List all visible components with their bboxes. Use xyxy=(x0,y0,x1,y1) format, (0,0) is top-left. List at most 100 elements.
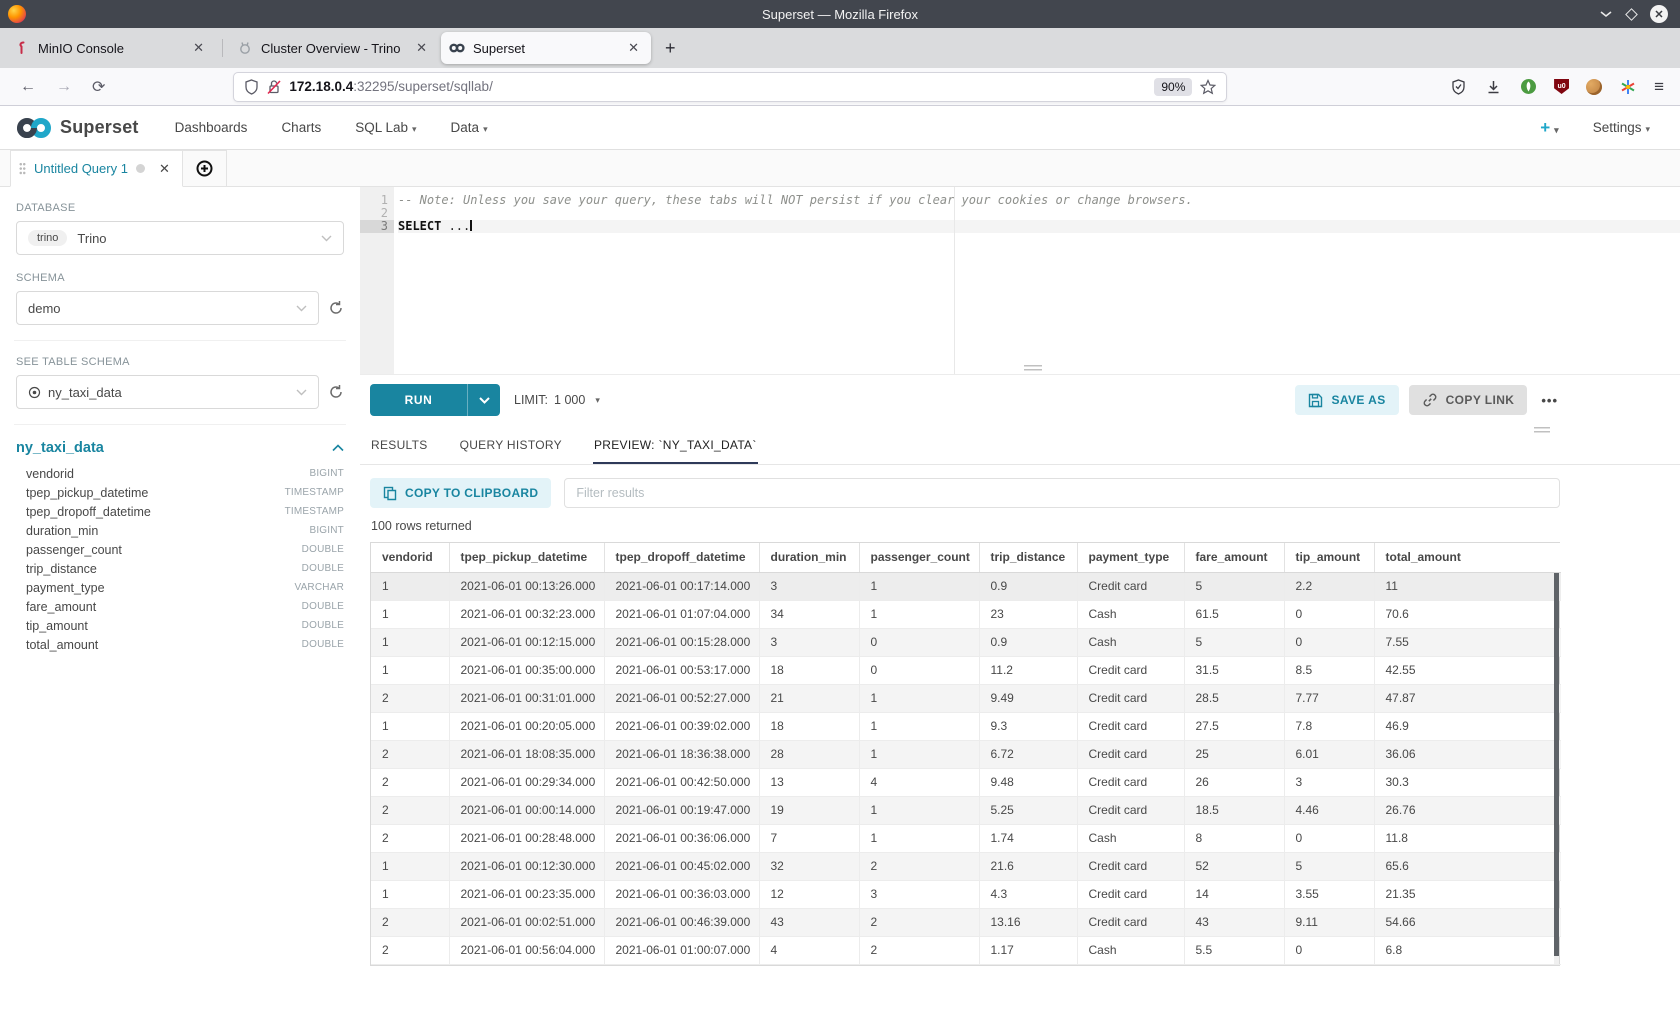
schema-select[interactable]: demo xyxy=(16,291,319,325)
table-row[interactable]: 12021-06-01 00:20:05.0002021-06-01 00:39… xyxy=(371,712,1561,740)
column-header[interactable]: tip_amount xyxy=(1284,543,1374,572)
download-icon[interactable] xyxy=(1484,78,1502,96)
editor-code[interactable]: -- Note: Unless you save your query, the… xyxy=(394,187,1680,374)
maximize-icon[interactable] xyxy=(1625,8,1638,21)
column-header[interactable]: payment_type xyxy=(1077,543,1184,572)
column-name: total_amount xyxy=(26,638,98,652)
table-name-heading[interactable]: ny_taxi_data xyxy=(16,440,104,456)
tracking-shield-icon[interactable] xyxy=(244,79,259,95)
copy-link-button[interactable]: COPY LINK xyxy=(1409,385,1528,415)
table-cell: 0 xyxy=(1284,600,1374,628)
column-item[interactable]: payment_typeVARCHAR xyxy=(16,578,344,597)
zoom-level-badge[interactable]: 90% xyxy=(1154,78,1192,96)
table-row[interactable]: 22021-06-01 00:28:48.0002021-06-01 00:36… xyxy=(371,824,1561,852)
cookie-extension-icon[interactable] xyxy=(1586,79,1602,95)
database-select[interactable]: trino Trino xyxy=(16,221,344,255)
settings-menu[interactable]: Settings▾ xyxy=(1593,120,1650,135)
nav-charts[interactable]: Charts xyxy=(281,120,321,135)
forward-icon[interactable]: → xyxy=(46,78,82,96)
nav-dashboards[interactable]: Dashboards xyxy=(175,120,248,135)
browser-tab-superset[interactable]: Superset ✕ xyxy=(441,32,651,64)
reload-icon[interactable]: ⟳ xyxy=(82,77,115,97)
column-header[interactable]: trip_distance xyxy=(979,543,1077,572)
add-new-icon[interactable]: +▾ xyxy=(1540,118,1558,138)
column-item[interactable]: passenger_countDOUBLE xyxy=(16,540,344,559)
url-bar[interactable]: 172.18.0.4:32295/superset/sqllab/ 90% xyxy=(233,72,1227,102)
table-row[interactable]: 22021-06-01 00:56:04.0002021-06-01 01:00… xyxy=(371,936,1561,964)
table-cell: 0 xyxy=(859,628,979,656)
filter-results-input[interactable] xyxy=(564,478,1560,508)
nav-data[interactable]: Data▾ xyxy=(451,120,488,135)
column-item[interactable]: vendoridBIGINT xyxy=(16,464,344,483)
run-options-caret[interactable] xyxy=(468,384,500,416)
column-header[interactable]: tpep_pickup_datetime xyxy=(449,543,604,572)
back-icon[interactable]: ← xyxy=(10,78,46,96)
green-extension-icon[interactable] xyxy=(1519,78,1537,96)
superset-brand[interactable]: Superset xyxy=(16,117,139,139)
column-item[interactable]: tip_amountDOUBLE xyxy=(16,616,344,635)
multicolor-extension-icon[interactable] xyxy=(1619,78,1637,96)
collapse-table-icon[interactable] xyxy=(332,444,344,452)
more-options-icon[interactable]: ••• xyxy=(1541,393,1558,408)
table-row[interactable]: 12021-06-01 00:13:26.0002021-06-01 00:17… xyxy=(371,572,1561,600)
bookmark-star-icon[interactable] xyxy=(1200,79,1216,95)
table-cell: 3.55 xyxy=(1284,880,1374,908)
column-item[interactable]: trip_distanceDOUBLE xyxy=(16,559,344,578)
copy-to-clipboard-button[interactable]: COPY TO CLIPBOARD xyxy=(370,478,551,508)
table-row[interactable]: 22021-06-01 00:02:51.0002021-06-01 00:46… xyxy=(371,908,1561,936)
close-window-icon[interactable]: ✕ xyxy=(1650,5,1668,23)
tab-results[interactable]: RESULTS xyxy=(370,438,429,464)
results-resize-handle[interactable] xyxy=(1534,427,1550,433)
column-header[interactable]: vendorid xyxy=(371,543,449,572)
column-header[interactable]: total_amount xyxy=(1374,543,1561,572)
table-schema-select[interactable]: ny_taxi_data xyxy=(16,375,319,409)
save-as-button[interactable]: SAVE AS xyxy=(1295,385,1398,415)
close-query-tab-icon[interactable]: ✕ xyxy=(159,161,170,177)
new-tab-icon[interactable]: + xyxy=(653,38,688,59)
table-row[interactable]: 12021-06-01 00:35:00.0002021-06-01 00:53… xyxy=(371,656,1561,684)
table-row[interactable]: 22021-06-01 00:29:34.0002021-06-01 00:42… xyxy=(371,768,1561,796)
drag-handle-icon[interactable] xyxy=(19,162,26,175)
table-row[interactable]: 22021-06-01 00:00:14.0002021-06-01 00:19… xyxy=(371,796,1561,824)
add-query-tab-button[interactable] xyxy=(183,150,227,187)
menu-icon[interactable]: ≡ xyxy=(1654,77,1664,97)
table-scrollbar[interactable] xyxy=(1554,573,1559,964)
browser-tab-minio[interactable]: MinIO Console ✕ xyxy=(6,32,216,64)
sql-editor[interactable]: 1 2 3 -- Note: Unless you save your quer… xyxy=(360,187,1680,375)
table-row[interactable]: 22021-06-01 00:31:01.0002021-06-01 00:52… xyxy=(371,684,1561,712)
editor-resize-handle[interactable] xyxy=(1024,365,1042,372)
refresh-schemas-icon[interactable] xyxy=(328,300,344,316)
refresh-tables-icon[interactable] xyxy=(328,384,344,400)
insecure-lock-icon[interactable] xyxy=(267,79,281,95)
run-button[interactable]: RUN xyxy=(370,384,500,416)
table-row[interactable]: 22021-06-01 18:08:35.0002021-06-01 18:36… xyxy=(371,740,1561,768)
minimize-icon[interactable] xyxy=(1599,7,1613,21)
column-header[interactable]: fare_amount xyxy=(1184,543,1284,572)
table-row[interactable]: 12021-06-01 00:12:30.0002021-06-01 00:45… xyxy=(371,852,1561,880)
url-text[interactable]: 172.18.0.4:32295/superset/sqllab/ xyxy=(289,79,1154,94)
nav-sql-lab[interactable]: SQL Lab▾ xyxy=(355,120,416,135)
table-row[interactable]: 12021-06-01 00:23:35.0002021-06-01 00:36… xyxy=(371,880,1561,908)
table-row[interactable]: 12021-06-01 00:32:23.0002021-06-01 01:07… xyxy=(371,600,1561,628)
column-header[interactable]: duration_min xyxy=(759,543,859,572)
column-item[interactable]: tpep_dropoff_datetimeTIMESTAMP xyxy=(16,502,344,521)
query-tab-untitled[interactable]: Untitled Query 1 ✕ xyxy=(10,150,183,187)
column-item[interactable]: duration_minBIGINT xyxy=(16,521,344,540)
close-tab-icon[interactable]: ✕ xyxy=(624,40,643,56)
scrollbar-thumb[interactable] xyxy=(1554,573,1559,956)
close-tab-icon[interactable]: ✕ xyxy=(189,40,208,56)
pocket-shield-icon[interactable] xyxy=(1449,78,1467,96)
column-header[interactable]: passenger_count xyxy=(859,543,979,572)
tab-preview[interactable]: PREVIEW: `NY_TAXI_DATA` xyxy=(593,438,758,464)
ublock-origin-icon[interactable]: u0 xyxy=(1554,79,1569,94)
column-item[interactable]: tpep_pickup_datetimeTIMESTAMP xyxy=(16,483,344,502)
close-tab-icon[interactable]: ✕ xyxy=(412,40,431,56)
column-header[interactable]: tpep_dropoff_datetime xyxy=(604,543,759,572)
brand-name: Superset xyxy=(60,117,139,138)
tab-query-history[interactable]: QUERY HISTORY xyxy=(459,438,563,464)
limit-dropdown[interactable]: LIMIT: 1 000 ▾ xyxy=(514,393,600,407)
column-item[interactable]: total_amountDOUBLE xyxy=(16,635,344,654)
column-item[interactable]: fare_amountDOUBLE xyxy=(16,597,344,616)
browser-tab-trino[interactable]: Cluster Overview - Trino ✕ xyxy=(229,32,439,64)
table-row[interactable]: 12021-06-01 00:12:15.0002021-06-01 00:15… xyxy=(371,628,1561,656)
